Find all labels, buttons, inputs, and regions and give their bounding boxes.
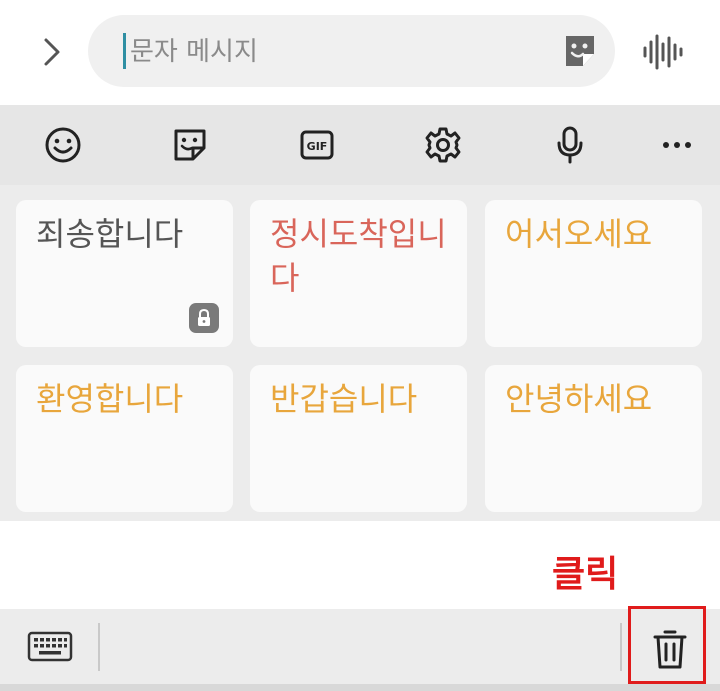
lock-icon: [198, 309, 210, 326]
more-dots-icon: [663, 142, 691, 148]
voice-waveform-icon: [643, 34, 683, 70]
microphone-button[interactable]: [550, 125, 590, 165]
keyboard-icon: [27, 631, 73, 662]
phrase-text: 반갑습니다: [270, 380, 418, 418]
phrase-card[interactable]: 죄송합니다: [16, 200, 233, 347]
chevron-right-icon: [44, 38, 60, 66]
compose-bar: [0, 0, 720, 104]
gif-label: GIF: [307, 140, 328, 153]
phrase-panel: 죄송합니다 정시도착입니다 어서오세요 환영합니다 반갑습니다 안녕하세요: [0, 185, 720, 521]
bottom-edge: [0, 684, 720, 691]
message-input[interactable]: [128, 31, 532, 73]
trash-icon: [653, 630, 687, 669]
sticker-icon: [174, 129, 206, 161]
phrase-text: 정시도착입니다: [270, 215, 447, 297]
phrase-text: 어서오세요: [505, 215, 653, 253]
microphone-icon: [557, 126, 583, 164]
phrase-card[interactable]: 안녕하세요: [485, 365, 702, 512]
emoji-button[interactable]: [43, 125, 83, 165]
voice-input-button[interactable]: [640, 32, 684, 72]
keyboard-toolbar: GIF: [0, 105, 720, 185]
bottom-bar: [0, 609, 720, 691]
sticker-icon: [566, 36, 594, 66]
text-caret: [123, 33, 126, 69]
phrase-card[interactable]: 반갑습니다: [250, 365, 467, 512]
sticker-toolbar-button[interactable]: [170, 125, 210, 165]
keyboard-button[interactable]: [26, 627, 74, 667]
phrase-text: 죄송합니다: [36, 215, 184, 253]
settings-button[interactable]: [423, 125, 463, 165]
divider: [620, 623, 622, 671]
click-annotation: 클릭: [552, 554, 619, 595]
more-options-button[interactable]: [657, 125, 697, 165]
phrase-text: 안녕하세요: [505, 380, 653, 418]
expand-button[interactable]: [30, 30, 74, 74]
gif-button[interactable]: GIF: [297, 125, 337, 165]
delete-button[interactable]: [642, 623, 698, 675]
phrase-card[interactable]: 어서오세요: [485, 200, 702, 347]
emoji-icon: [45, 127, 81, 163]
lock-badge: [189, 303, 219, 333]
phrase-text: 환영합니다: [36, 380, 184, 418]
phrase-card[interactable]: 환영합니다: [16, 365, 233, 512]
gif-icon: GIF: [300, 130, 334, 160]
phrase-card[interactable]: 정시도착입니다: [250, 200, 467, 347]
settings-gear-icon: [425, 127, 461, 163]
message-field[interactable]: [88, 15, 615, 87]
divider: [98, 623, 100, 671]
sticker-button[interactable]: [561, 32, 599, 70]
